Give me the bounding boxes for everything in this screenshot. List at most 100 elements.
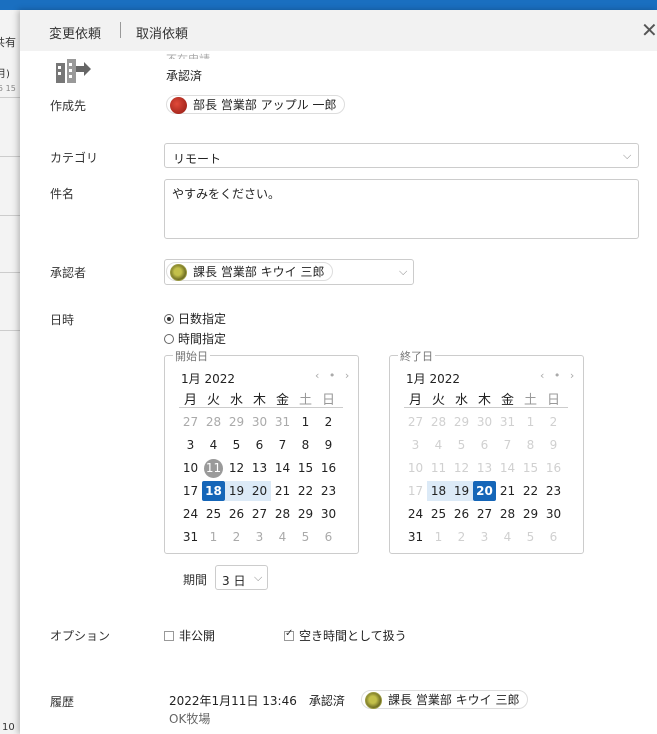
calendar-day[interactable]: 31 [179,527,202,547]
calendar-day[interactable]: 1 [519,412,542,432]
calendar-day[interactable]: 12 [225,458,248,478]
calendar-day[interactable]: 23 [542,481,565,501]
calendar-day[interactable]: 5 [294,527,317,547]
calendar-day[interactable]: 5 [519,527,542,547]
calendar-day[interactable]: 5 [450,435,473,455]
calendar-day[interactable]: 8 [294,435,317,455]
calendar-nav[interactable]: ‹ • › [540,369,577,382]
calendar-day[interactable]: 3 [248,527,271,547]
calendar-day[interactable]: 28 [496,504,519,524]
calendar-day[interactable]: 23 [317,481,340,501]
calendar-day[interactable]: 2 [542,412,565,432]
change-request-link[interactable]: 変更依頼 [49,23,101,42]
calendar-day[interactable]: 15 [294,458,317,478]
calendar-day[interactable]: 30 [542,504,565,524]
radio-hours-option[interactable]: 時間指定 [164,330,226,347]
calendar-day[interactable]: 27 [248,504,271,524]
calendar-day[interactable]: 27 [404,412,427,432]
calendar-day[interactable]: 20 [248,481,271,501]
calendar-day[interactable]: 3 [179,435,202,455]
calendar-day[interactable]: 9 [542,435,565,455]
subject-input[interactable]: やすみをください。 [164,179,639,239]
calendar-day[interactable]: 16 [317,458,340,478]
calendar-day[interactable]: 13 [473,458,496,478]
calendar-day[interactable]: 14 [271,458,294,478]
calendar-day[interactable]: 1 [202,527,225,547]
calendar-day[interactable]: 19 [450,481,473,501]
calendar-day[interactable]: 25 [427,504,450,524]
calendar-day[interactable]: 24 [179,504,202,524]
calendar-day[interactable]: 29 [225,412,248,432]
calendar-day[interactable]: 7 [271,435,294,455]
calendar-day[interactable]: 24 [404,504,427,524]
free-time-checkbox[interactable] [284,628,294,641]
calendar-day[interactable]: 6 [317,527,340,547]
radio-days[interactable] [164,314,174,324]
calendar-day[interactable]: 6 [248,435,271,455]
private-checkbox[interactable] [164,631,174,641]
calendar-day[interactable]: 10 [179,458,202,478]
calendar-day[interactable]: 18 [427,481,450,501]
calendar-day[interactable]: 6 [542,527,565,547]
period-select[interactable]: 3 日 ⌵ [215,565,268,590]
calendar-day[interactable]: 4 [202,435,225,455]
calendar-day[interactable]: 15 [519,458,542,478]
calendar-day[interactable]: 21 [496,481,519,501]
calendar-day[interactable]: 13 [248,458,271,478]
calendar-day[interactable]: 11 [427,458,450,478]
calendar-nav[interactable]: ‹ • › [315,369,352,382]
calendar-day[interactable]: 1 [294,412,317,432]
created-for-user-chip[interactable]: 部長 営業部 アップル 一郎 [166,95,346,114]
calendar-day[interactable]: 3 [473,527,496,547]
calendar-day[interactable]: 27 [473,504,496,524]
calendar-day[interactable]: 12 [450,458,473,478]
calendar-day[interactable]: 9 [317,435,340,455]
calendar-day[interactable]: 7 [496,435,519,455]
calendar-day[interactable]: 27 [179,412,202,432]
calendar-day[interactable]: 29 [450,412,473,432]
calendar-day[interactable]: 17 [404,481,427,501]
calendar-day[interactable]: 16 [542,458,565,478]
free-time-option[interactable]: 空き時間として扱う [284,627,407,644]
radio-days-option[interactable]: 日数指定 [164,310,226,327]
calendar-day[interactable]: 14 [496,458,519,478]
calendar-day[interactable]: 26 [450,504,473,524]
calendar-day[interactable]: 10 [404,458,427,478]
calendar-day[interactable]: 28 [427,412,450,432]
calendar-day[interactable]: 5 [225,435,248,455]
calendar-day[interactable]: 8 [519,435,542,455]
cancel-request-link[interactable]: 取消依頼 [136,23,188,42]
calendar-day[interactable]: 2 [450,527,473,547]
calendar-day[interactable]: 2 [317,412,340,432]
calendar-day[interactable]: 29 [294,504,317,524]
calendar-day[interactable]: 30 [248,412,271,432]
calendar-day[interactable]: 2 [225,527,248,547]
calendar-day[interactable]: 3 [404,435,427,455]
calendar-day[interactable]: 6 [473,435,496,455]
private-option[interactable]: 非公開 [164,627,215,644]
calendar-day[interactable]: 29 [519,504,542,524]
calendar-day[interactable]: 4 [496,527,519,547]
calendar-day[interactable]: 20 [473,481,496,501]
history-user-chip[interactable]: 課長 営業部 キウイ 三郎 [361,690,529,709]
calendar-day[interactable]: 31 [404,527,427,547]
radio-hours[interactable] [164,334,174,344]
calendar-day[interactable]: 4 [271,527,294,547]
category-select[interactable]: リモート ⌵ [164,143,639,168]
close-icon[interactable]: ✕ [641,18,657,42]
calendar-day[interactable]: 4 [427,435,450,455]
calendar-day[interactable]: 28 [271,504,294,524]
calendar-day[interactable]: 28 [202,412,225,432]
calendar-day[interactable]: 30 [473,412,496,432]
calendar-day[interactable]: 1 [427,527,450,547]
calendar-day[interactable]: 11 [202,458,225,478]
calendar-day[interactable]: 31 [271,412,294,432]
calendar-day[interactable]: 26 [225,504,248,524]
calendar-day[interactable]: 22 [519,481,542,501]
calendar-day[interactable]: 18 [202,481,225,501]
calendar-day[interactable]: 21 [271,481,294,501]
approver-user-chip[interactable]: 課長 営業部 キウイ 三郎 [166,262,334,281]
calendar-day[interactable]: 30 [317,504,340,524]
calendar-day[interactable]: 19 [225,481,248,501]
calendar-day[interactable]: 31 [496,412,519,432]
